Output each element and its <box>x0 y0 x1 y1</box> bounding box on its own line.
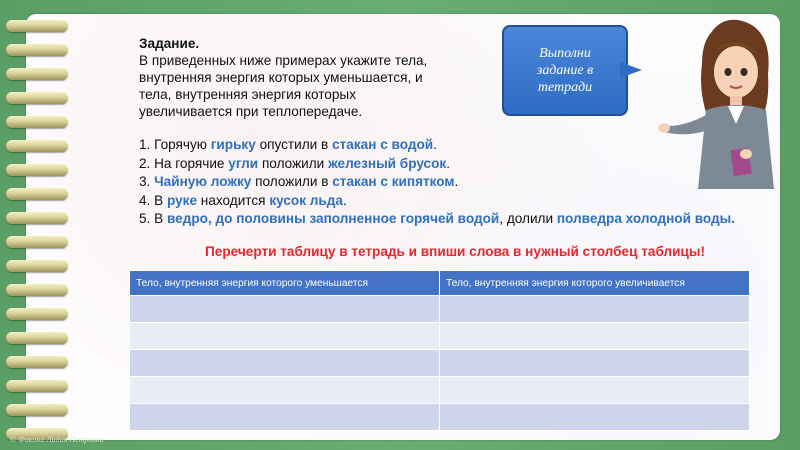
highlighted-term: гирьку <box>210 137 256 152</box>
column-header-increases: Тело, внутренняя энергия которого увелич… <box>439 270 750 296</box>
highlighted-term: полведра <box>556 211 622 226</box>
spiral-binding <box>6 20 68 440</box>
example-text: 5. В <box>139 211 167 226</box>
column-header-decreases: Тело, внутренняя энергия которого уменьш… <box>129 270 440 296</box>
table-cell <box>439 322 750 350</box>
binding-ring <box>6 92 68 104</box>
example-text: 2. На горячие <box>139 155 229 171</box>
highlighted-term: Чайную ложку <box>154 174 252 189</box>
binding-ring <box>6 284 68 296</box>
binding-ring <box>6 140 68 152</box>
teacher-illustration <box>658 19 774 189</box>
highlighted-term: ведро, до половины заполненное горячей в… <box>166 211 500 226</box>
table-row <box>129 322 750 350</box>
task-line: тела, внутренняя энергия которых <box>139 87 356 102</box>
highlighted-term: угли <box>228 155 259 171</box>
example-text: положили <box>258 155 329 171</box>
example-text: положили в <box>251 174 333 189</box>
example-text: 3. <box>139 174 155 189</box>
task-line: увеличивается при теплопередаче. <box>139 104 363 119</box>
table-cell <box>439 403 750 431</box>
task-text: Задание. В приведенных ниже примерах ука… <box>139 35 479 120</box>
example-text: 1. Горячую <box>139 137 211 152</box>
binding-ring <box>6 164 68 176</box>
table-cell <box>129 376 440 404</box>
example-text: . <box>433 137 437 152</box>
table-row <box>129 295 750 323</box>
example-text: 4. В <box>139 192 167 208</box>
table-cell <box>439 376 750 404</box>
example-item: 1. Горячую гирьку опустили в стакан с во… <box>139 136 739 155</box>
highlighted-term: железный брусок <box>328 155 447 171</box>
table-cell <box>129 403 440 431</box>
highlighted-term: холодной воды. <box>625 211 736 226</box>
binding-ring <box>6 404 68 416</box>
table-row <box>129 376 750 404</box>
highlighted-term: стакан с кипятком <box>332 174 455 189</box>
bubble-line: задание в <box>536 63 594 78</box>
table-header-row: Тело, внутренняя энергия которого уменьш… <box>129 270 750 296</box>
speech-bubble-tail <box>620 62 642 78</box>
example-text: находится <box>197 192 270 208</box>
binding-ring <box>6 212 68 224</box>
example-item: 4. В руке находится кусок льда. <box>139 192 739 211</box>
example-item: 5. В ведро, до половины заполненное горя… <box>139 210 739 229</box>
highlighted-term: кусок льда <box>269 192 343 208</box>
binding-ring <box>6 68 68 80</box>
highlighted-term: руке <box>166 192 198 208</box>
binding-ring <box>6 44 68 56</box>
table-cell <box>129 295 440 323</box>
task-line: внутренняя энергия которых уменьшается, … <box>139 70 423 85</box>
task-line: В приведенных ниже примерах укажите тела… <box>139 53 428 68</box>
binding-ring <box>6 308 68 320</box>
footer-credit: © Фокина Лидия Петровна <box>10 435 104 444</box>
bubble-line: Выполни <box>539 46 591 61</box>
example-text: . <box>446 155 450 171</box>
speech-bubble: Выполни задание в тетради <box>502 25 628 116</box>
example-item: 2. На горячие угли положили железный бру… <box>139 155 739 174</box>
binding-ring <box>6 260 68 272</box>
example-text: . <box>342 192 347 208</box>
binding-ring <box>6 356 68 368</box>
table-row <box>129 403 750 431</box>
task-heading: Задание. <box>139 36 200 51</box>
table-cell <box>439 349 750 377</box>
example-text: опустили в <box>255 137 333 152</box>
example-text: . <box>454 174 459 189</box>
binding-ring <box>6 236 68 248</box>
table-cell <box>439 295 750 323</box>
example-item: 3. Чайную ложку положили в стакан с кипя… <box>139 173 739 192</box>
examples-list: 1. Горячую гирьку опустили в стакан с во… <box>139 136 739 229</box>
binding-ring <box>6 20 68 32</box>
table-cell <box>129 322 440 350</box>
instruction-text: Перечерти таблицу в тетрадь и впиши слов… <box>205 244 705 259</box>
table-row <box>129 349 750 377</box>
binding-ring <box>6 380 68 392</box>
binding-ring <box>6 188 68 200</box>
binding-ring <box>6 116 68 128</box>
table-cell <box>129 349 440 377</box>
binding-ring <box>6 332 68 344</box>
bubble-line: тетради <box>537 80 593 95</box>
example-text: , долили <box>499 211 557 226</box>
highlighted-term: стакан с водой <box>332 137 434 152</box>
answer-table: Тело, внутренняя энергия которого уменьш… <box>129 270 750 431</box>
